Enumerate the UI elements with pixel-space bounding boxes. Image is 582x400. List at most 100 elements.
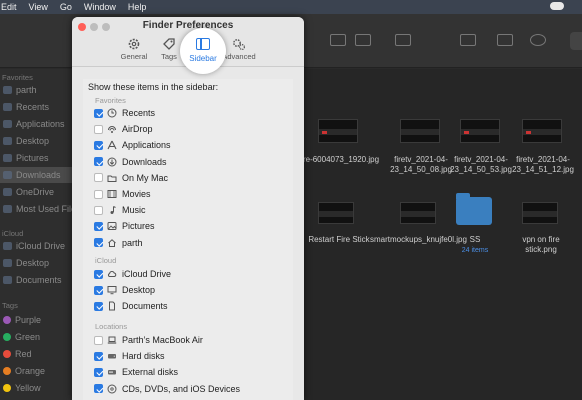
finder-sidebar: Favorites parth Recents Applications Des… [0,69,76,400]
sidebar-item-parth[interactable]: parth [3,85,37,95]
tab-sidebar-label: Sidebar [189,54,217,63]
sidebar-option-music[interactable]: Music [94,203,146,217]
sidebar-option-parth[interactable]: parth [94,236,143,250]
sidebar-option-documents[interactable]: Documents [94,299,168,313]
checkbox[interactable] [94,285,103,295]
sidebar-item-icloud-drive[interactable]: iCloud Drive [3,241,65,251]
sidebar-option-airdrop[interactable]: AirDrop [94,122,153,136]
desktop-icon [107,286,117,295]
checkbox[interactable] [94,189,103,199]
file-thumbnail[interactable] [522,119,562,143]
checkbox[interactable] [94,221,103,231]
file-thumbnail[interactable] [318,202,354,224]
checkbox[interactable] [94,238,103,248]
sidebar-option-desktop[interactable]: Desktop [94,283,155,297]
option-label: Movies [122,189,151,199]
sidebar-item-most-used-file[interactable]: Most Used File [3,204,76,214]
section-locations: Locations [95,322,128,331]
menu-window[interactable]: Window [84,2,116,12]
tag-dot-icon [3,367,11,375]
sidebar-tag-orange[interactable]: Orange [3,366,45,376]
file-thumbnail[interactable] [460,119,500,143]
gear-icon [128,38,140,50]
tag-dot-icon [3,316,11,324]
sidebar-option-on-my-mac[interactable]: On My Mac [94,171,168,185]
file-name: firetv_2021-04-23_14_50_53.jpg [450,155,512,174]
clock-icon [107,108,117,118]
checkbox[interactable] [94,335,103,345]
option-label: Pictures [122,221,155,232]
folder-icon[interactable] [456,193,492,225]
checkbox[interactable] [94,124,103,134]
folder-icon [107,175,117,182]
group-icon[interactable] [395,34,411,46]
sidebar-item-icloud-desktop[interactable]: Desktop [3,258,49,268]
option-label: Music [122,205,146,216]
list-view-icon[interactable] [355,34,371,46]
applications-icon [3,120,12,128]
menu-edit[interactable]: Edit [1,2,17,12]
document-icon [3,276,12,284]
home-icon [3,86,12,94]
share-icon[interactable] [460,34,476,46]
file-thumbnail[interactable] [400,202,436,224]
more-options-icon[interactable] [530,34,546,46]
external-disk-icon [108,370,116,375]
checkbox[interactable] [94,351,103,361]
checkbox[interactable] [94,301,103,311]
checkbox[interactable] [94,205,103,215]
tab-sidebar[interactable]: Sidebar [180,28,226,74]
file-thumbnail[interactable] [400,119,440,143]
home-icon [108,238,116,247]
sidebar-option-parth-s-macbook-air[interactable]: Parth’s MacBook Air [94,333,203,347]
menu-go[interactable]: Go [60,2,72,12]
sidebar-tag-yellow[interactable]: Yellow [3,383,41,393]
sidebar-option-movies[interactable]: Movies [94,187,151,201]
option-label: parth [122,237,143,248]
document-icon [109,301,115,311]
checkbox[interactable] [94,157,103,167]
sidebar-item-downloads[interactable]: Downloads [0,167,75,183]
sidebar-item-applications[interactable]: Applications [3,119,65,129]
menu-view[interactable]: View [29,2,48,12]
sidebar-tag-green[interactable]: Green [3,332,40,342]
tab-general[interactable]: General [114,37,154,61]
sidebar-item-onedrive[interactable]: OneDrive [3,187,54,197]
sidebar-item-desktop[interactable]: Desktop [3,136,49,146]
music-note-icon [110,206,116,215]
sidebar-option-icloud-drive[interactable]: iCloud Drive [94,267,171,281]
sidebar-section-favorites: Favorites [2,73,33,82]
search-field[interactable] [570,32,582,50]
sidebar-section-tags: Tags [2,301,18,310]
checkbox[interactable] [94,269,103,279]
checkbox[interactable] [94,173,103,183]
sidebar-icon [196,38,210,50]
sidebar-option-cds-dvds-and-ios-devices[interactable]: CDs, DVDs, and iOS Devices [94,382,240,396]
checkbox[interactable] [94,108,103,118]
sidebar-tag-purple[interactable]: Purple [3,315,41,325]
tag-icon[interactable] [497,34,513,46]
file-thumbnail[interactable] [318,119,358,143]
sidebar-option-recents[interactable]: Recents [94,106,155,120]
sidebar-option-applications[interactable]: Applications [94,138,171,152]
sidebar-item-icloud-documents[interactable]: Documents [3,275,62,285]
sidebar-option-downloads[interactable]: Downloads [94,155,167,169]
option-label: AirDrop [122,124,153,135]
checkbox[interactable] [94,384,103,394]
checkbox[interactable] [94,140,103,150]
sidebar-option-external-disks[interactable]: External disks [94,365,178,379]
icon-view-icon[interactable] [330,34,346,46]
option-label: iCloud Drive [122,269,172,279]
menu-help[interactable]: Help [128,2,147,12]
folder-icon [3,188,12,196]
tag-dot-icon [3,384,11,392]
sidebar-option-hard-disks[interactable]: Hard disks [94,349,165,363]
sidebar-option-pictures[interactable]: Pictures [94,219,155,233]
icloud-menu-icon[interactable] [550,2,564,10]
sidebar-tag-red[interactable]: Red [3,349,32,359]
sidebar-item-recents[interactable]: Recents [3,102,49,112]
checkbox[interactable] [94,367,103,377]
folder-item-count: 24 items [461,247,489,254]
sidebar-item-pictures[interactable]: Pictures [3,153,49,163]
file-thumbnail[interactable] [522,202,558,224]
